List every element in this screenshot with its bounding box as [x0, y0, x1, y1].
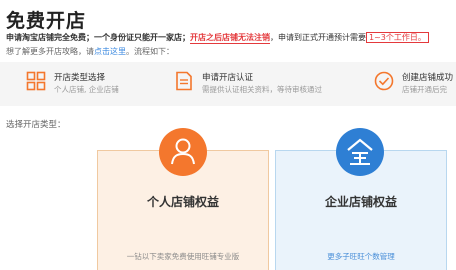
notice-text: 申请淘宝店铺完全免费；一个身份证只能开一家店；开店之后店铺无法注销，申请到正式开… [6, 32, 429, 44]
notice-part3: ，申请到正式开通预计需要 [270, 33, 366, 42]
choose-type-label: 选择开店类型： [6, 120, 66, 130]
step-desc: 需提供认证相关资料，等待审核通过 [202, 85, 322, 94]
grid-icon [26, 71, 46, 91]
card-title: 企业店铺权益 [324, 195, 397, 209]
notice-warning: 开店之后店铺无法注销 [190, 33, 270, 44]
card-desc: 更多子旺旺个数管理 [327, 252, 395, 261]
step-desc: 店铺开通后完 [402, 85, 447, 94]
card-desc: 一钻以下卖家免费使用旺铺专业版 [126, 252, 240, 261]
notice-part1: 申请淘宝店铺完全免费；一个身份证只能开一家店； [6, 33, 190, 42]
document-icon [176, 71, 192, 91]
step-title: 开店类型选择 [54, 73, 106, 83]
card-title: 个人店铺权益 [146, 195, 219, 209]
process-steps: 开店类型选择 个人店铺, 企业店铺 申请开店认证 需提供认证相关资料，等待审核通… [0, 62, 456, 106]
check-circle-icon [374, 71, 394, 91]
more-suffix: 。流程如下： [126, 47, 174, 56]
page-title: 免费开店 [6, 10, 87, 32]
step-title: 创建店铺成功 [402, 73, 454, 83]
step-desc: 个人店铺, 企业店铺 [54, 85, 119, 94]
enterprise-icon [336, 128, 384, 176]
more-guide-text: 想了解更多开店攻略，请点击这里。流程如下： [6, 46, 174, 57]
click-here-link[interactable]: 点击这里 [94, 47, 126, 56]
notice-duration: 1~3个工作日。 [366, 32, 429, 43]
step-title: 申请开店认证 [202, 73, 254, 83]
person-icon [159, 128, 207, 176]
more-prefix: 想了解更多开店攻略，请 [6, 47, 94, 56]
